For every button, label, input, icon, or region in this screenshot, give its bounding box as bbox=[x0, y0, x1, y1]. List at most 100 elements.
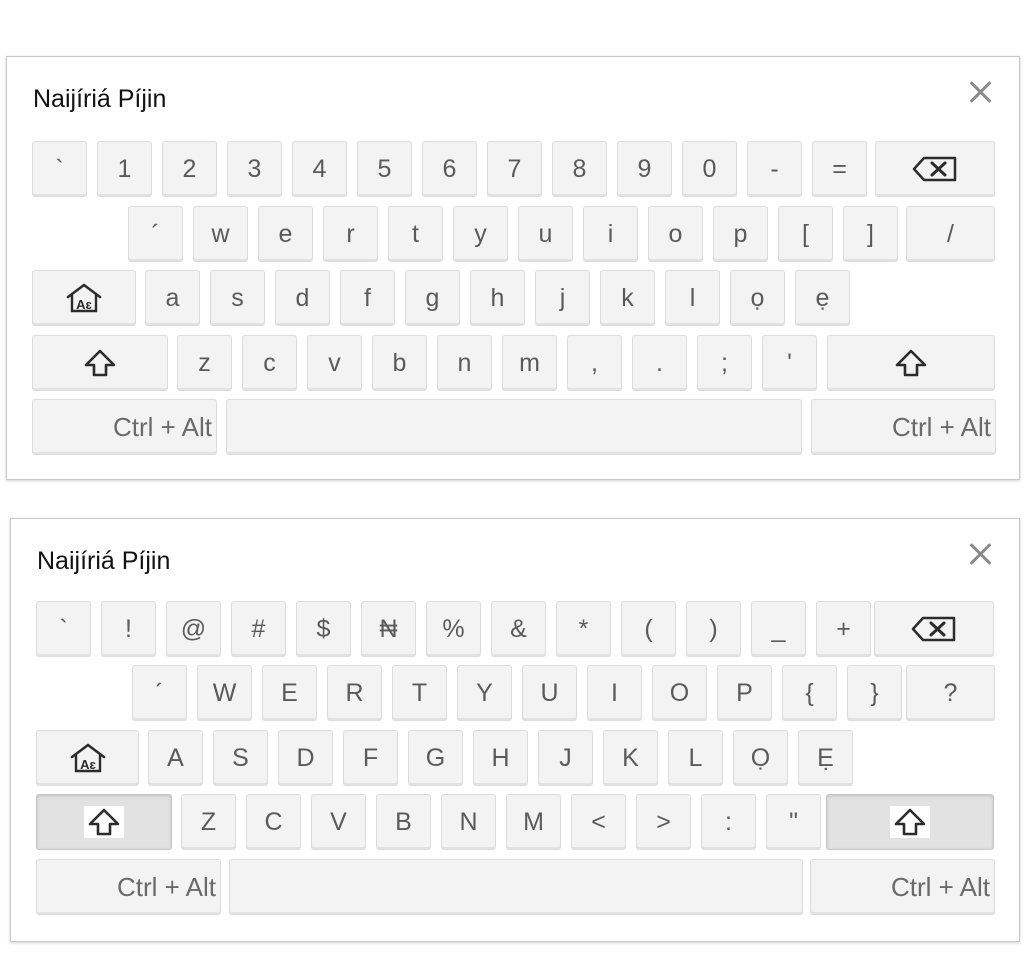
backspace-key[interactable] bbox=[875, 141, 995, 197]
key[interactable]: 9 bbox=[617, 141, 672, 197]
key[interactable]: $ bbox=[296, 601, 351, 657]
key[interactable]: ] bbox=[843, 206, 898, 262]
key[interactable]: 3 bbox=[227, 141, 282, 197]
key[interactable]: v bbox=[307, 335, 362, 391]
key[interactable]: 4 bbox=[292, 141, 347, 197]
space-bar[interactable] bbox=[229, 859, 803, 915]
key[interactable]: ! bbox=[101, 601, 156, 657]
left-shift-key[interactable] bbox=[32, 335, 168, 391]
key[interactable]: A bbox=[148, 730, 203, 786]
key[interactable]: " bbox=[766, 794, 821, 850]
key[interactable]: y bbox=[453, 206, 508, 262]
key[interactable]: Y bbox=[457, 665, 512, 721]
key[interactable]: e bbox=[258, 206, 313, 262]
key[interactable]: ` bbox=[36, 601, 91, 657]
key[interactable]: N bbox=[441, 794, 496, 850]
key[interactable]: V bbox=[311, 794, 366, 850]
key[interactable]: ẹ bbox=[795, 270, 850, 326]
key[interactable]: b bbox=[372, 335, 427, 391]
key[interactable]: 5 bbox=[357, 141, 412, 197]
key[interactable]: U bbox=[522, 665, 577, 721]
close-icon[interactable] bbox=[963, 75, 997, 109]
key[interactable]: k bbox=[600, 270, 655, 326]
key[interactable]: 1 bbox=[97, 141, 152, 197]
key[interactable]: t bbox=[388, 206, 443, 262]
key[interactable]: E bbox=[262, 665, 317, 721]
key[interactable]: 7 bbox=[487, 141, 542, 197]
key[interactable]: ? bbox=[906, 665, 995, 721]
key[interactable]: T bbox=[392, 665, 447, 721]
key[interactable]: O bbox=[652, 665, 707, 721]
key[interactable]: Ẹ bbox=[798, 730, 853, 786]
key[interactable]: z bbox=[177, 335, 232, 391]
right-ctrl-alt-key[interactable]: Ctrl + Alt bbox=[811, 399, 996, 455]
key[interactable]: W bbox=[197, 665, 252, 721]
left-shift-key[interactable] bbox=[36, 794, 172, 850]
key[interactable]: M bbox=[506, 794, 561, 850]
key[interactable]: / bbox=[906, 206, 995, 262]
key[interactable]: J bbox=[538, 730, 593, 786]
key[interactable]: 6 bbox=[422, 141, 477, 197]
key[interactable]: 2 bbox=[162, 141, 217, 197]
key[interactable]: K bbox=[603, 730, 658, 786]
key[interactable]: [ bbox=[778, 206, 833, 262]
key[interactable]: 8 bbox=[552, 141, 607, 197]
key[interactable]: : bbox=[701, 794, 756, 850]
key[interactable]: > bbox=[636, 794, 691, 850]
key[interactable]: { bbox=[782, 665, 837, 721]
key[interactable]: ( bbox=[621, 601, 676, 657]
key[interactable]: ) bbox=[686, 601, 741, 657]
key[interactable]: - bbox=[747, 141, 802, 197]
key[interactable]: ' bbox=[762, 335, 817, 391]
key[interactable]: % bbox=[426, 601, 481, 657]
key[interactable]: l bbox=[665, 270, 720, 326]
key[interactable]: p bbox=[713, 206, 768, 262]
key[interactable]: ₦ bbox=[361, 601, 416, 657]
key[interactable]: H bbox=[473, 730, 528, 786]
key[interactable]: r bbox=[323, 206, 378, 262]
key[interactable]: S bbox=[213, 730, 268, 786]
key[interactable]: I bbox=[587, 665, 642, 721]
key[interactable]: Ọ bbox=[733, 730, 788, 786]
key[interactable]: D bbox=[278, 730, 333, 786]
key[interactable]: j bbox=[535, 270, 590, 326]
right-shift-key[interactable] bbox=[826, 794, 994, 850]
key[interactable]: u bbox=[518, 206, 573, 262]
key[interactable]: m bbox=[502, 335, 557, 391]
key[interactable]: C bbox=[246, 794, 301, 850]
key[interactable]: h bbox=[470, 270, 525, 326]
key[interactable]: ´ bbox=[128, 206, 183, 262]
key[interactable]: R bbox=[327, 665, 382, 721]
key[interactable]: F bbox=[343, 730, 398, 786]
key[interactable]: @ bbox=[166, 601, 221, 657]
key[interactable]: ` bbox=[32, 141, 87, 197]
key[interactable]: = bbox=[812, 141, 867, 197]
layout-switch-key[interactable]: Aɛ bbox=[36, 730, 139, 786]
key[interactable]: o bbox=[648, 206, 703, 262]
key[interactable]: a bbox=[145, 270, 200, 326]
left-ctrl-alt-key[interactable]: Ctrl + Alt bbox=[36, 859, 221, 915]
key[interactable]: n bbox=[437, 335, 492, 391]
key[interactable]: G bbox=[408, 730, 463, 786]
key[interactable]: d bbox=[275, 270, 330, 326]
layout-switch-key[interactable]: Aɛ bbox=[32, 270, 136, 326]
key[interactable]: Z bbox=[181, 794, 236, 850]
key[interactable]: B bbox=[376, 794, 431, 850]
key[interactable]: ọ bbox=[730, 270, 785, 326]
key[interactable]: . bbox=[632, 335, 687, 391]
key[interactable]: f bbox=[340, 270, 395, 326]
key[interactable]: & bbox=[491, 601, 546, 657]
key[interactable]: P bbox=[717, 665, 772, 721]
key[interactable]: ´ bbox=[132, 665, 187, 721]
key[interactable]: # bbox=[231, 601, 286, 657]
left-ctrl-alt-key[interactable]: Ctrl + Alt bbox=[32, 399, 217, 455]
key[interactable]: * bbox=[556, 601, 611, 657]
backspace-key[interactable] bbox=[874, 601, 994, 657]
key[interactable]: g bbox=[405, 270, 460, 326]
key[interactable]: < bbox=[571, 794, 626, 850]
key[interactable]: + bbox=[816, 601, 871, 657]
key[interactable]: L bbox=[668, 730, 723, 786]
key[interactable]: w bbox=[193, 206, 248, 262]
key[interactable]: ; bbox=[697, 335, 752, 391]
key[interactable]: , bbox=[567, 335, 622, 391]
